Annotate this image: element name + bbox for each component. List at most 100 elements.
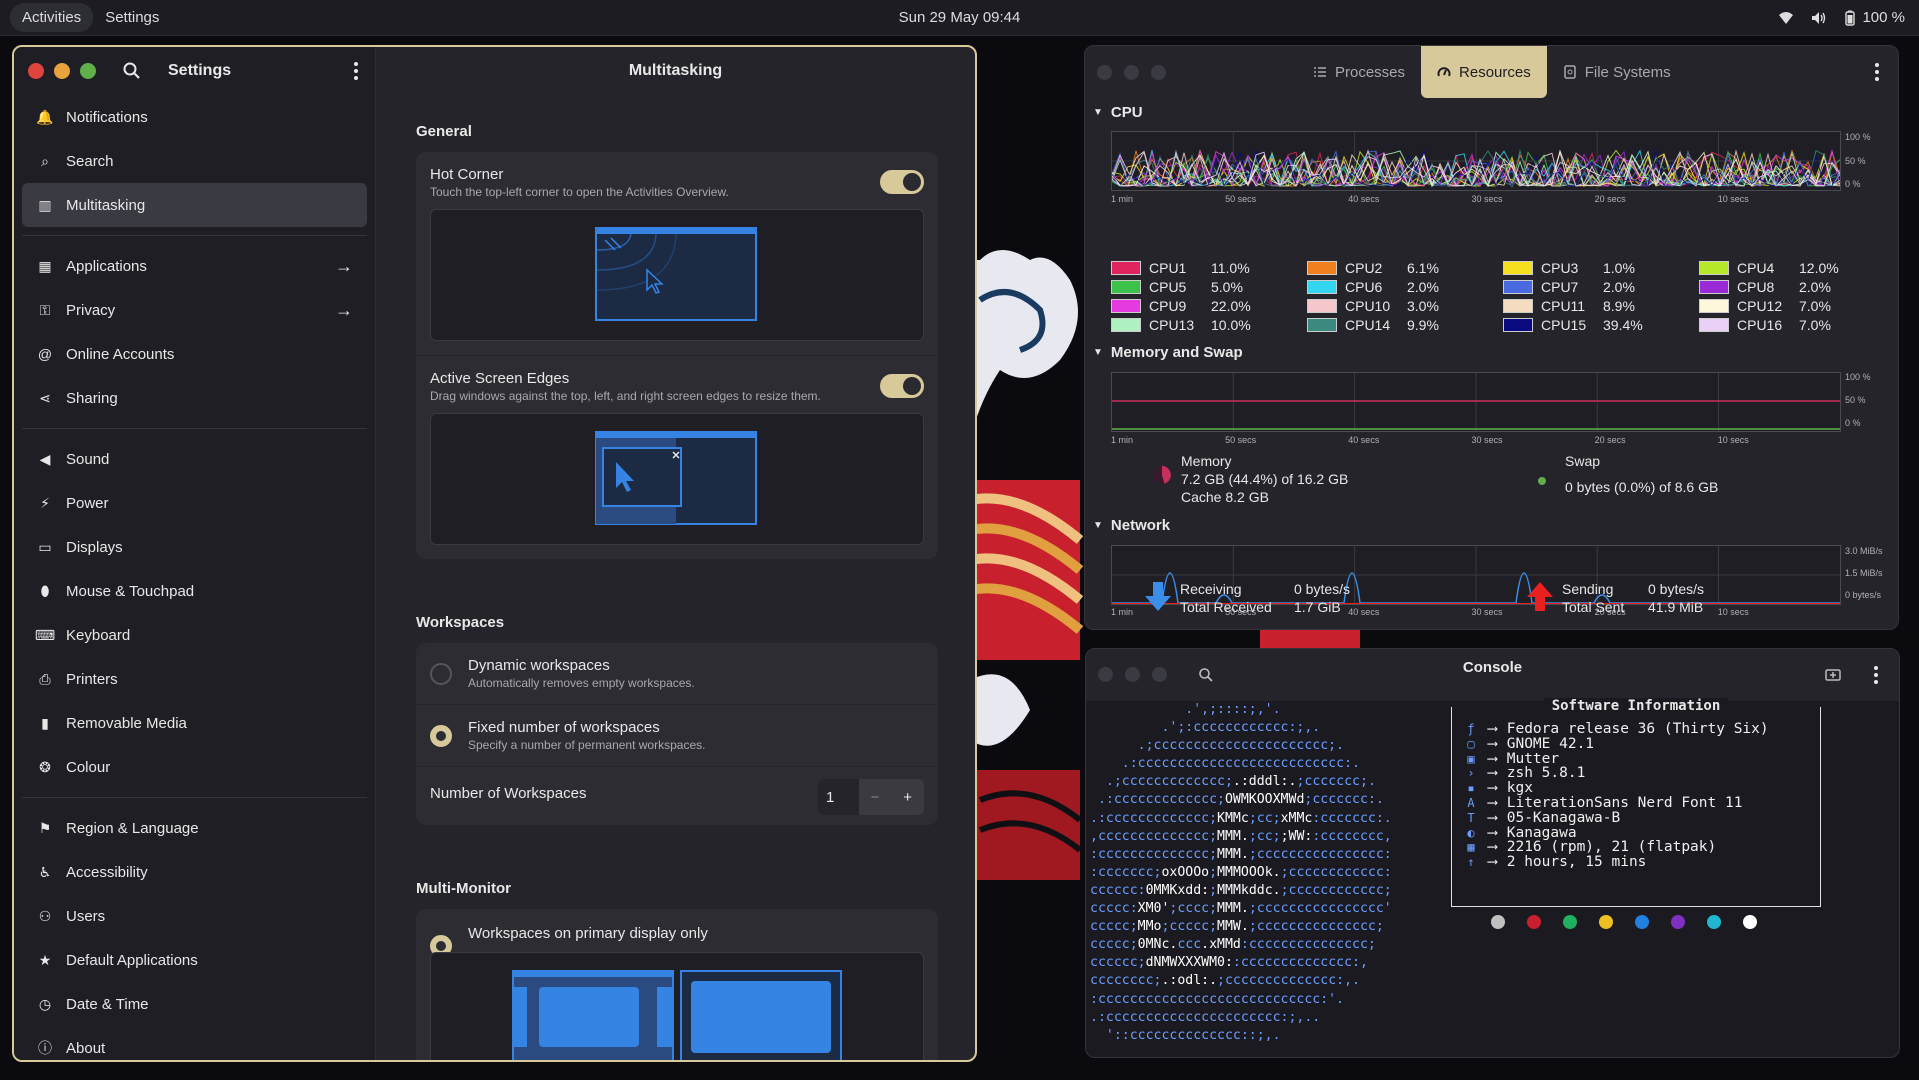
cpu-legend-item[interactable]: CPU10 3.0% — [1307, 296, 1503, 315]
workspaces-count[interactable]: 1 — [818, 779, 859, 815]
sidebar-item-displays[interactable]: ▭ Displays — [22, 525, 367, 569]
cpu-color-swatch[interactable] — [1307, 279, 1337, 294]
cpu-legend-item[interactable]: CPU9 22.0% — [1111, 296, 1307, 315]
cpu-color-swatch[interactable] — [1503, 298, 1533, 313]
multimonitor-heading: Multi-Monitor — [416, 880, 511, 897]
cpu-legend-item[interactable]: CPU3 1.0% — [1503, 258, 1699, 277]
tab-resources[interactable]: Resources — [1421, 46, 1547, 98]
sidebar-item-colour[interactable]: ❂ Colour — [22, 745, 367, 789]
cpu-color-swatch[interactable] — [1699, 279, 1729, 294]
dynamic-workspaces-row[interactable]: Dynamic workspaces Automatically removes… — [416, 643, 938, 705]
cpu-color-swatch[interactable] — [1111, 317, 1141, 332]
dynamic-workspaces-radio[interactable] — [430, 662, 452, 685]
cpu-legend-item[interactable]: CPU2 6.1% — [1307, 258, 1503, 277]
sidebar-item-notifications[interactable]: 🔔 Notifications — [22, 95, 367, 139]
new-tab-icon[interactable] — [1825, 667, 1841, 683]
activities-button[interactable]: Activities — [10, 3, 94, 32]
tab-file-systems-label: File Systems — [1584, 63, 1671, 81]
search-icon[interactable] — [122, 61, 142, 81]
sidebar-item-sound[interactable]: ◀ Sound — [22, 437, 367, 481]
clock[interactable]: Sun 29 May 09:44 — [0, 9, 1919, 26]
info-icon: ⓘ — [38, 1040, 52, 1056]
cpu-color-swatch[interactable] — [1699, 260, 1729, 275]
cpu-color-swatch[interactable] — [1307, 317, 1337, 332]
sidebar-item-removable-media[interactable]: ▮ Removable Media — [22, 701, 367, 745]
cpu-color-swatch[interactable] — [1503, 279, 1533, 294]
cpu-color-swatch[interactable] — [1699, 298, 1729, 313]
cpu-legend-item[interactable]: CPU16 7.0% — [1699, 315, 1895, 334]
close-button[interactable] — [28, 63, 44, 79]
active-edges-toggle[interactable] — [880, 374, 924, 398]
sysmon-close-button[interactable] — [1097, 65, 1112, 80]
cpu-legend-item[interactable]: CPU12 7.0% — [1699, 296, 1895, 315]
memory-label: Memory — [1181, 453, 1232, 469]
tab-processes[interactable]: Processes — [1297, 46, 1421, 98]
cpu-y-100: 100 % — [1845, 132, 1871, 142]
sidebar-item-applications[interactable]: ▦ Applications → — [22, 244, 367, 288]
minimize-button[interactable] — [54, 63, 70, 79]
hot-corner-desc: Touch the top-left corner to open the Ac… — [430, 185, 729, 199]
network-section-header[interactable]: ▼ Network — [1093, 517, 1170, 534]
sidebar-item-online-accounts[interactable]: @ Online Accounts — [22, 332, 367, 376]
cpu-legend-item[interactable]: CPU5 5.0% — [1111, 277, 1307, 296]
memory-section-header[interactable]: ▼ Memory and Swap — [1093, 344, 1243, 361]
sidebar-item-accessibility[interactable]: ♿ Accessibility — [22, 850, 367, 894]
fixed-workspaces-radio[interactable] — [430, 724, 452, 747]
sysmon-maximize-button[interactable] — [1151, 65, 1166, 80]
sysmon-minimize-button[interactable] — [1124, 65, 1139, 80]
cpu-legend-item[interactable]: CPU13 10.0% — [1111, 315, 1307, 334]
sidebar-item-about[interactable]: ⓘ About — [22, 1026, 367, 1060]
cpu-color-swatch[interactable] — [1111, 298, 1141, 313]
sidebar-item-sharing[interactable]: ⋖ Sharing — [22, 376, 367, 420]
sidebar-item-default-applications[interactable]: ★ Default Applications — [22, 938, 367, 982]
sidebar-item-region-language[interactable]: ⚑ Region & Language — [22, 806, 367, 850]
console-menu-icon[interactable] — [1873, 665, 1879, 685]
cpu-legend-item[interactable]: CPU8 2.0% — [1699, 277, 1895, 296]
cpu-section-header[interactable]: ▼ CPU — [1093, 104, 1143, 121]
hot-corner-toggle[interactable] — [880, 170, 924, 194]
workspaces-stepper[interactable]: 1 − + — [818, 779, 924, 815]
cpu-color-swatch[interactable] — [1307, 260, 1337, 275]
workspaces-card: Dynamic workspaces Automatically removes… — [416, 643, 938, 825]
cpu-color-swatch[interactable] — [1111, 260, 1141, 275]
sidebar-item-date-time[interactable]: ◷ Date & Time — [22, 982, 367, 1026]
decrement-button[interactable]: − — [859, 779, 892, 815]
cpu-legend-item[interactable]: CPU1 11.0% — [1111, 258, 1307, 277]
fixed-workspaces-row[interactable]: Fixed number of workspaces Specify a num… — [416, 705, 938, 767]
cpu-legend-item[interactable]: CPU11 8.9% — [1503, 296, 1699, 315]
cpu-legend-item[interactable]: CPU15 39.4% — [1503, 315, 1699, 334]
cpu-color-swatch[interactable] — [1699, 317, 1729, 332]
sysmon-menu-icon[interactable] — [1874, 62, 1880, 82]
maximize-button[interactable] — [80, 63, 96, 79]
sidebar-item-users[interactable]: ⚇ Users — [22, 894, 367, 938]
sidebar-item-search[interactable]: ⌕ Search — [22, 139, 367, 183]
sidebar-item-keyboard[interactable]: ⌨ Keyboard — [22, 613, 367, 657]
term-emulator-icon: ▪ — [1467, 781, 1475, 796]
sidebar-item-privacy[interactable]: ⚿ Privacy → — [22, 288, 367, 332]
cpu-name: CPU14 — [1345, 316, 1391, 333]
system-tray[interactable]: 100 % — [1778, 9, 1905, 26]
sidebar-item-printers[interactable]: ⎙ Printers — [22, 657, 367, 701]
sidebar-item-mouse-touchpad[interactable]: ⬮ Mouse & Touchpad — [22, 569, 367, 613]
cpu-legend-item[interactable]: CPU4 12.0% — [1699, 258, 1895, 277]
cpu-color-swatch[interactable] — [1111, 279, 1141, 294]
sidebar-item-label: Colour — [66, 758, 111, 776]
active-edges-row: Active Screen Edges Drag windows against… — [416, 356, 938, 559]
increment-button[interactable]: + — [891, 779, 924, 815]
time-tick: 20 secs — [1594, 194, 1626, 204]
menu-icon[interactable] — [353, 61, 359, 81]
primary-only-row[interactable]: Workspaces on primary display only — [416, 909, 938, 1060]
cpu-color-swatch[interactable] — [1503, 260, 1533, 275]
sidebar-item-power[interactable]: ⚡ Power — [22, 481, 367, 525]
cpu-legend-item[interactable]: CPU14 9.9% — [1307, 315, 1503, 334]
cpu-legend-item[interactable]: CPU7 2.0% — [1503, 277, 1699, 296]
sidebar-item-label: Keyboard — [66, 626, 131, 644]
time-tick: 10 secs — [1717, 194, 1749, 204]
page-title: Multitasking — [628, 62, 723, 79]
cpu-legend-item[interactable]: CPU6 2.0% — [1307, 277, 1503, 296]
cpu-color-swatch[interactable] — [1307, 298, 1337, 313]
sidebar-item-multitasking[interactable]: ▥ Multitasking — [22, 183, 367, 227]
cpu-color-swatch[interactable] — [1503, 317, 1533, 332]
app-menu-button[interactable]: Settings — [93, 3, 171, 32]
tab-file-systems[interactable]: File Systems — [1547, 46, 1687, 98]
